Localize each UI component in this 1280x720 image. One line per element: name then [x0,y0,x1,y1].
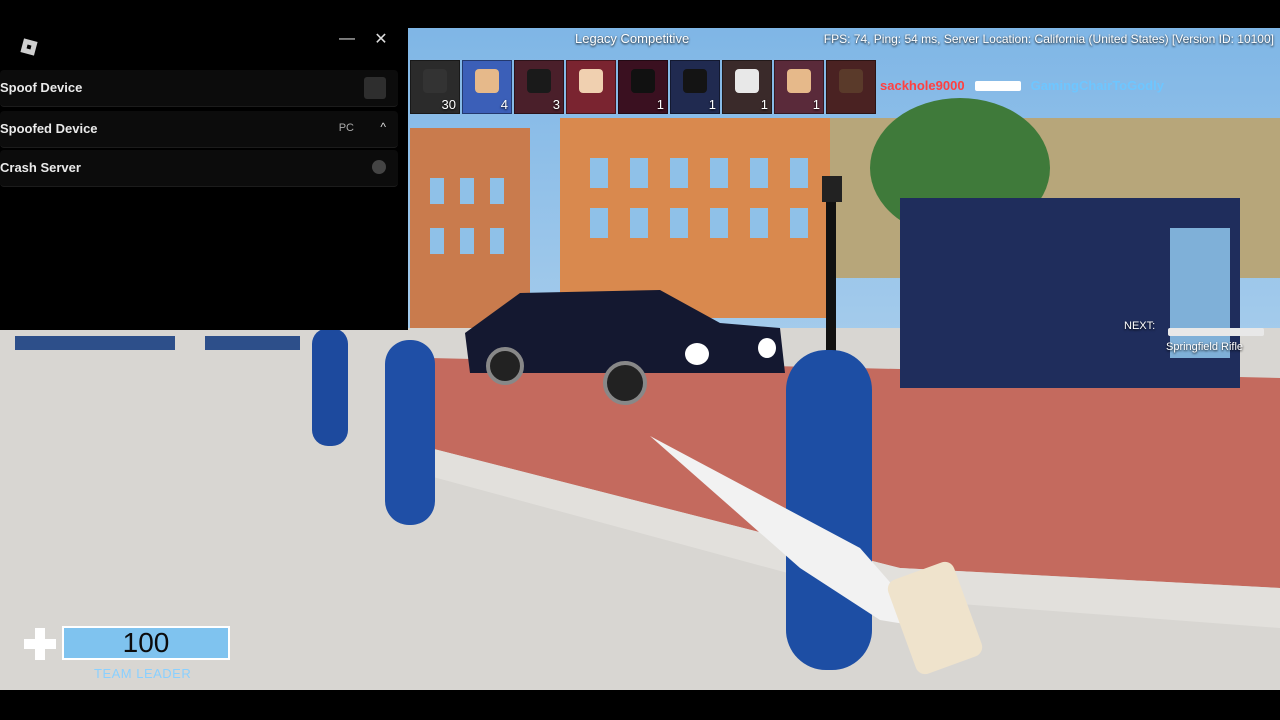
option-label: Crash Server [0,160,81,175]
letterbox-top [0,0,1280,28]
player-card: 1 [670,60,720,114]
rank-label: TEAM LEADER [94,666,192,681]
player-card: 30 [410,60,460,114]
bollard [786,350,872,670]
player-score: 1 [812,97,820,112]
panel-window-controls: — ✕ [338,28,390,50]
lamp-post [826,188,836,358]
server-info: FPS: 74, Ping: 54 ms, Server Location: C… [823,32,1274,46]
spoof-device-toggle[interactable] [364,77,386,99]
next-weapon-label: NEXT: [1124,320,1156,332]
fingerprint-icon[interactable] [372,160,386,174]
bollard [385,340,435,525]
health-plus-icon [24,628,56,660]
bollard [312,328,348,446]
roblox-logo-icon [20,38,38,56]
option-spoofed-device[interactable]: Spoofed Device PC ^ [0,111,398,148]
player-score: 3 [552,97,560,112]
killfeed: sackhole9000 GamingChairToGodly [880,74,1270,97]
player-card [826,60,876,114]
player-score: 1 [760,97,768,112]
game-mode-label: Legacy Competitive [575,31,690,46]
player-card: 1 [722,60,772,114]
letterbox-bottom [0,690,1280,720]
player-score: 30 [441,97,456,112]
killfeed-row: sackhole9000 GamingChairToGodly [880,74,1270,97]
exploit-panel: — ✕ Spoof Device Spoofed Device PC ^ Cra… [0,28,408,330]
chevron-up-icon[interactable]: ^ [380,120,386,134]
victim-name: GamingChairToGodly [1030,78,1164,93]
player-card: 3 [514,60,564,114]
player-score: 4 [500,97,508,112]
bench [15,336,175,350]
scoreboard: 30 4 3 1 1 1 1 [410,60,876,114]
option-spoof-device[interactable]: Spoof Device [0,70,398,107]
next-weapon-name: Springfield Rifle [1166,341,1244,353]
weapon-icon [974,80,1021,91]
player-card: 4 [462,60,512,114]
close-button[interactable]: ✕ [372,29,390,49]
player-score: 1 [656,97,664,112]
minimize-button[interactable]: — [338,30,356,48]
option-label: Spoof Device [0,80,83,95]
spoofed-device-value: PC [338,122,354,134]
option-label: Spoofed Device [0,121,98,136]
health-bar: 100 [62,626,230,660]
player-score: 1 [708,97,716,112]
option-crash-server[interactable]: Crash Server [0,150,398,187]
player-card [566,60,616,114]
bench [205,336,300,350]
player-card: 1 [774,60,824,114]
rifle-icon [1168,328,1264,336]
player-card: 1 [618,60,668,114]
killer-name: sackhole9000 [880,78,965,93]
